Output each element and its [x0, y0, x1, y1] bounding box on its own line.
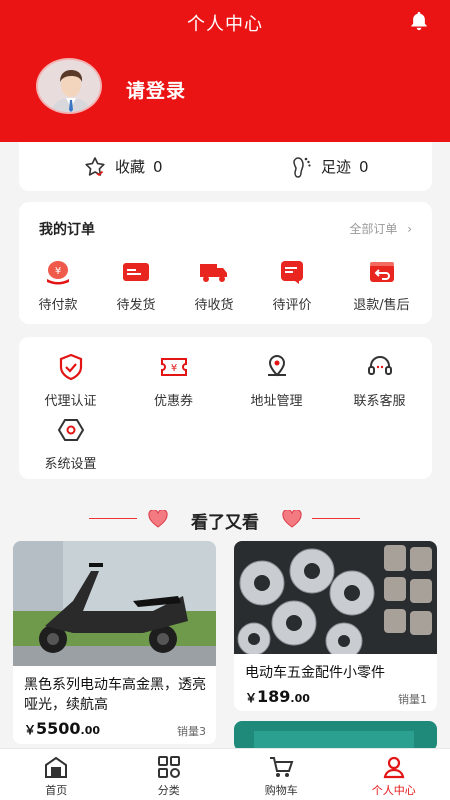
service-label: 系统设置	[44, 457, 97, 472]
product-price: ￥5500.00	[24, 719, 100, 738]
svg-text:¥: ¥	[170, 363, 176, 374]
product-card[interactable]: 黑色系列电动车高金黑，透亮哑光，续航高 ￥5500.00 销量3	[13, 541, 216, 744]
recommend-title: 看了又看	[191, 513, 259, 533]
currency-symbol: ￥	[245, 691, 258, 705]
tab-cart[interactable]: 购物车	[225, 749, 338, 800]
product-sales: 销量3	[177, 725, 206, 738]
page-title: 个人中心	[187, 14, 263, 35]
divider-right	[312, 518, 360, 519]
product-image-parts	[234, 541, 437, 660]
heart-icon	[282, 510, 302, 528]
cart-icon	[225, 755, 338, 779]
location-icon	[225, 353, 328, 381]
profile-header: 个人中心 请登录	[0, 0, 450, 142]
order-label: 待付款	[38, 298, 78, 313]
tab-category[interactable]: 分类	[113, 749, 226, 800]
tab-home[interactable]: 首页	[0, 749, 113, 800]
chevron-right-icon: ›	[407, 222, 412, 236]
price-integer: 5500	[36, 719, 81, 738]
product-image-scooter	[13, 541, 216, 666]
order-label: 退款/售后	[353, 298, 410, 313]
price-integer: 189	[257, 687, 291, 706]
order-refund[interactable]: 退款/售后	[331, 258, 432, 313]
favorites-label: 收藏	[115, 158, 146, 176]
tab-label: 分类	[157, 784, 180, 797]
system-settings[interactable]: 系统设置	[19, 416, 122, 472]
service-label: 优惠券	[153, 394, 193, 409]
address-management[interactable]: 地址管理	[225, 353, 328, 409]
currency-symbol: ￥	[24, 723, 37, 737]
order-label: 待收货	[194, 298, 234, 313]
service-label: 代理认证	[44, 394, 97, 409]
bell-icon[interactable]	[408, 10, 430, 32]
home-icon	[0, 755, 113, 779]
coupon-icon: ¥	[122, 353, 225, 381]
footprint-icon	[293, 156, 311, 178]
user-icon	[338, 755, 450, 779]
agent-certification[interactable]: 代理认证	[19, 353, 122, 409]
product-image-partial	[234, 721, 437, 751]
product-name: 电动车五金配件小零件	[245, 665, 385, 681]
product-card[interactable]: 电动车五金配件小零件 ￥189.00 销量1	[234, 541, 437, 711]
review-icon	[253, 258, 331, 286]
login-link[interactable]: 请登录	[126, 76, 186, 103]
pay-icon: ¥	[19, 258, 97, 286]
price-decimal: .00	[80, 724, 101, 737]
shield-icon	[19, 353, 122, 381]
order-pending-payment[interactable]: ¥ 待付款	[19, 258, 97, 313]
star-icon	[85, 156, 105, 176]
service-label: 联系客服	[353, 394, 406, 409]
favorites-count: 0	[153, 157, 163, 176]
all-orders-label: 全部订单	[349, 222, 398, 236]
order-pending-review[interactable]: 待评价	[253, 258, 331, 313]
order-label: 待评价	[272, 298, 312, 313]
tab-label: 首页	[45, 784, 68, 797]
footprints-label: 足迹	[321, 158, 352, 176]
tab-label: 个人中心	[371, 784, 416, 797]
truck-icon	[175, 258, 253, 286]
svg-text:¥: ¥	[55, 266, 61, 277]
services-card: 代理认证 ¥ 优惠券 地址管理 联系客服 系统设置	[19, 337, 432, 479]
avatar[interactable]	[36, 58, 102, 114]
tab-profile[interactable]: 个人中心	[338, 749, 450, 800]
orders-card: 我的订单 全部订单 › ¥ 待付款 待发货 待收货 待评价 退款/售后	[19, 202, 432, 324]
footprints-entry[interactable]: 足迹 0	[291, 142, 369, 191]
stats-card: 收藏 0 足迹 0	[19, 142, 432, 191]
category-icon	[113, 755, 226, 779]
customer-service[interactable]: 联系客服	[328, 353, 431, 409]
price-decimal: .00	[290, 692, 310, 705]
settings-icon	[19, 416, 122, 444]
product-name: 黑色系列电动车高金黑，透亮哑光，续航高	[24, 677, 206, 713]
orders-title: 我的订单	[39, 222, 95, 238]
ship-icon	[97, 258, 175, 286]
refund-icon	[331, 258, 432, 286]
order-label: 待发货	[116, 298, 156, 313]
order-pending-shipment[interactable]: 待发货	[97, 258, 175, 313]
favorites-entry[interactable]: 收藏 0	[83, 142, 163, 191]
product-card[interactable]	[234, 721, 437, 751]
service-label: 地址管理	[250, 394, 303, 409]
coupons[interactable]: ¥ 优惠券	[122, 353, 225, 409]
product-price: ￥189.00	[245, 687, 310, 706]
all-orders-link[interactable]: 全部订单 ›	[349, 220, 412, 237]
product-sales: 销量1	[398, 693, 427, 706]
headset-icon	[328, 353, 431, 381]
order-pending-receipt[interactable]: 待收货	[175, 258, 253, 313]
tab-label: 购物车	[264, 784, 298, 797]
footprints-count: 0	[359, 157, 369, 176]
bottom-tab-bar: 首页 分类 购物车 个人中心	[0, 748, 450, 800]
